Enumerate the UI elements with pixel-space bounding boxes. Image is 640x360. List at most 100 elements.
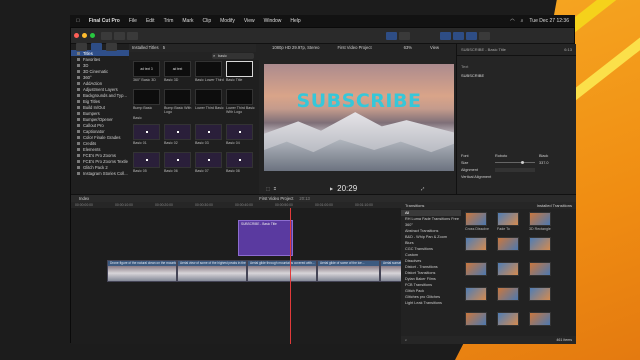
font-select[interactable]: Roboto [495, 154, 535, 158]
menu-window[interactable]: Window [264, 18, 282, 24]
transition-thumbnail[interactable] [497, 212, 519, 226]
title-thumbnail[interactable] [133, 152, 160, 168]
alignment-label: Alignment [461, 167, 478, 172]
viewer[interactable]: SUBSCRIBE [264, 64, 454, 171]
inspector-text-field[interactable]: SUBSCRIBE [461, 73, 572, 78]
sidebar-item-label: Glitch Pack 2 [83, 164, 108, 170]
viewer-view-menu[interactable]: View [430, 44, 439, 52]
enhance-button[interactable] [386, 31, 397, 40]
size-slider[interactable] [495, 161, 535, 164]
transition-thumbnail[interactable] [529, 287, 551, 301]
title-thumbnail[interactable] [164, 124, 191, 140]
menu-trim[interactable]: Trim [164, 18, 174, 24]
keyword-button[interactable] [114, 31, 125, 40]
share-export-button[interactable] [479, 31, 490, 40]
share-button[interactable] [399, 31, 410, 40]
title-thumbnail[interactable]: ad text 3 [133, 61, 160, 77]
transition-thumbnail[interactable] [529, 312, 551, 326]
search-icon: ⌕ [213, 54, 216, 58]
transition-thumbnail[interactable] [529, 212, 551, 226]
title-thumbnail[interactable] [164, 152, 191, 168]
thumbnail-dot [145, 159, 148, 161]
import-button[interactable] [101, 31, 112, 40]
align-buttons[interactable] [495, 167, 535, 172]
timeline-toggle[interactable] [453, 31, 464, 40]
title-thumbnail[interactable]: ad text [164, 61, 191, 77]
search-icon[interactable]: ⌕ [521, 18, 524, 24]
clock[interactable]: Tue Dec 27 12:36 [529, 18, 569, 24]
thumbnail-dot [238, 131, 241, 133]
viewer-zoom[interactable]: 63% [404, 44, 412, 52]
fullscreen-icon[interactable]: ⤢ [421, 186, 424, 191]
title-clip[interactable]: SUBSCRIBE - Basic Title [238, 220, 293, 256]
title-thumbnail[interactable] [195, 152, 222, 168]
transition-thumbnail[interactable] [497, 237, 519, 251]
folder-icon [77, 111, 80, 115]
background-tasks-button[interactable] [127, 31, 138, 40]
transition-thumbnail[interactable] [465, 287, 487, 301]
crop-tool-icon[interactable]: ⌗ [274, 186, 276, 191]
title-thumbnail-label: Basic 01 [133, 141, 147, 145]
menu-app-name[interactable]: Final Cut Pro [89, 18, 120, 24]
size-value[interactable]: 337.0 [539, 161, 549, 165]
title-thumbnail-label: Basic 3D [164, 78, 179, 82]
apple-icon[interactable]:  [76, 18, 80, 24]
thumbnail-dot [238, 159, 241, 161]
tab-photos[interactable] [106, 43, 117, 51]
transform-tool-icon[interactable]: ⬚ [266, 186, 270, 191]
transitions-search-icon[interactable]: ⌕ [405, 338, 407, 342]
title-thumbnail[interactable] [164, 89, 191, 105]
transition-thumbnail[interactable] [529, 237, 551, 251]
title-thumbnail[interactable] [195, 89, 222, 105]
menu-view[interactable]: View [244, 18, 255, 24]
menu-edit[interactable]: Edit [146, 18, 155, 24]
timeline-ruler: 00:00:00:00 00:00:10:00 00:00:20:00 00:00:3… [71, 202, 401, 208]
inspector-toggle[interactable] [466, 31, 477, 40]
transition-thumbnail[interactable] [465, 312, 487, 326]
inspector: SUBSCRIBE - Basic Title 6:13 Text SUBSCR… [456, 44, 576, 204]
menu-clip[interactable]: Clip [203, 18, 212, 24]
menu-mark[interactable]: Mark [182, 18, 193, 24]
sidebar-item-label: Bumper/Opener [83, 116, 113, 122]
transition-thumbnail[interactable] [465, 212, 487, 226]
title-thumbnail[interactable] [226, 89, 253, 105]
installed-transitions-label[interactable]: Installed Transitions [537, 203, 572, 208]
title-thumbnail[interactable] [195, 61, 222, 77]
sidebar-item-label: Captionator [83, 128, 105, 134]
menu-modify[interactable]: Modify [220, 18, 235, 24]
title-thumbnail[interactable] [226, 152, 253, 168]
browser-toggle[interactable] [440, 31, 451, 40]
search-field[interactable]: ⌕ basic [212, 53, 254, 59]
viewer-title-text[interactable]: SUBSCRIBE [264, 90, 454, 112]
menu-help[interactable]: Help [290, 18, 300, 24]
sidebar-item[interactable]: Instagram Stories Coll... [71, 170, 129, 176]
minimize-window-button[interactable] [82, 33, 87, 38]
close-window-button[interactable] [74, 33, 79, 38]
video-clip[interactable]: Aerial glide through mountains covered w… [247, 260, 317, 282]
video-clip[interactable]: Aerial view of some of the highest peaks… [177, 260, 247, 282]
transition-thumbnail[interactable] [465, 237, 487, 251]
sidebar-item-label: Elements [83, 146, 101, 152]
title-thumbnail[interactable] [133, 124, 160, 140]
transition-thumbnail[interactable] [497, 262, 519, 276]
title-thumbnail[interactable] [133, 89, 160, 105]
transition-thumbnail[interactable] [497, 287, 519, 301]
video-clip[interactable]: Aerial glide of some of the ice... [317, 260, 380, 282]
font-weight-select[interactable]: Black [539, 154, 548, 158]
title-thumbnail[interactable] [195, 124, 222, 140]
title-thumbnail-label: 360° Basic 3D [133, 78, 156, 82]
search-input[interactable]: basic [218, 54, 227, 58]
size-label: Size [461, 160, 469, 165]
video-clip[interactable]: Drone figure of the natural clean on the… [107, 260, 177, 282]
transition-thumbnail[interactable] [497, 312, 519, 326]
play-button[interactable]: ▶ [330, 186, 333, 191]
menu-file[interactable]: File [129, 18, 137, 24]
wifi-icon[interactable]: ◠ [510, 18, 514, 24]
title-thumbnail[interactable] [226, 124, 253, 140]
transition-category[interactable]: Light Leak Transitions [401, 300, 461, 306]
playhead[interactable] [290, 208, 291, 344]
title-thumbnail[interactable] [226, 61, 253, 77]
zoom-window-button[interactable] [90, 33, 95, 38]
transition-thumbnail[interactable] [465, 262, 487, 276]
transition-thumbnail[interactable] [529, 262, 551, 276]
